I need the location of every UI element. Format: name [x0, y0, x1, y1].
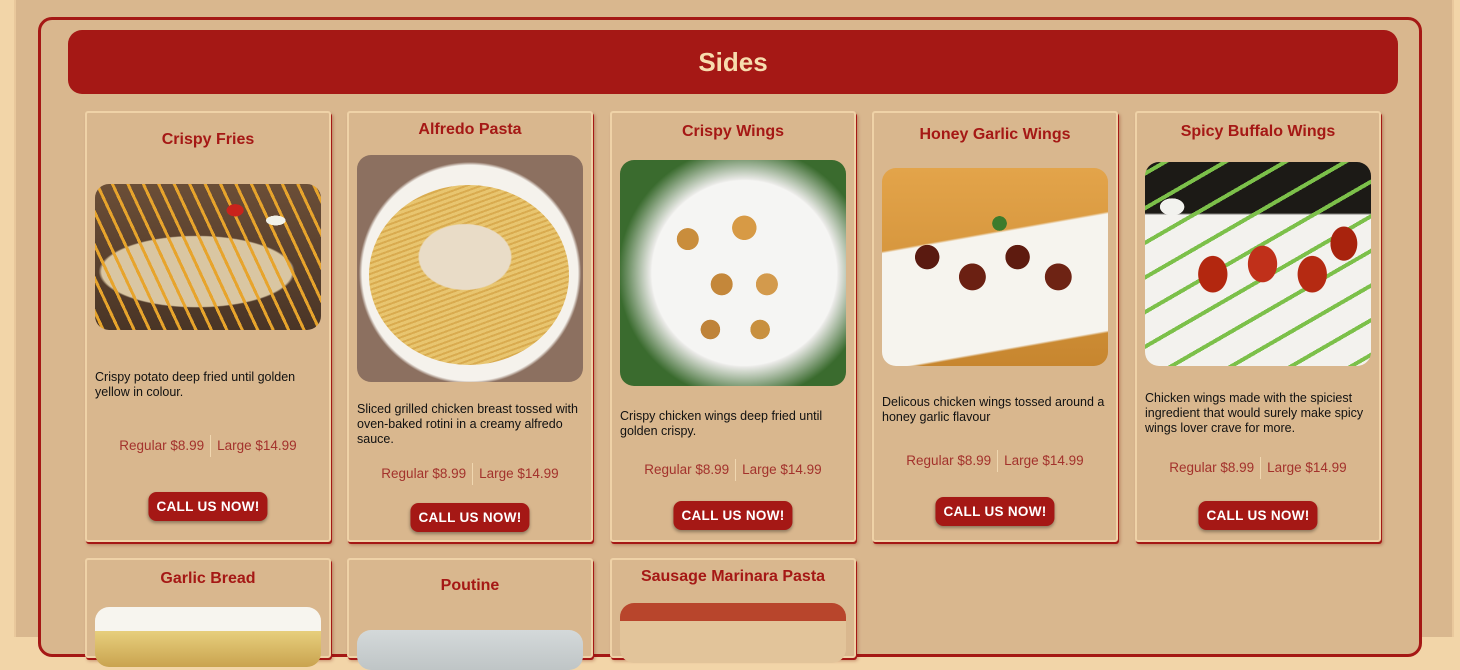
menu-card-alfredo-pasta: Alfredo Pasta Sliced grilled chicken bre…	[347, 111, 593, 542]
price-regular: Regular $8.99	[906, 453, 992, 468]
item-description: Chicken wings made with the spiciest ing…	[1145, 391, 1364, 435]
price-large: Large $14.99	[742, 462, 822, 477]
call-us-button[interactable]: CALL US NOW!	[410, 503, 530, 532]
call-us-button[interactable]: CALL US NOW!	[673, 501, 793, 530]
price-large: Large $14.99	[1267, 460, 1347, 475]
menu-card-crispy-fries: Crispy Fries Crispy potato deep fried un…	[85, 111, 331, 542]
menu-card-honey-garlic-wings: Honey Garlic Wings Delicous chicken wing…	[872, 111, 1118, 542]
crispy-fries-photo	[95, 184, 321, 330]
price-row: Regular $8.99 Large $14.99	[1137, 457, 1379, 479]
call-us-button[interactable]: CALL US NOW!	[148, 492, 268, 521]
price-regular: Regular $8.99	[381, 466, 467, 481]
menu-card-crispy-wings: Crispy Wings Crispy chicken wings deep f…	[610, 111, 856, 542]
item-description: Crispy chicken wings deep fried until go…	[620, 409, 823, 438]
section-header: Sides	[68, 30, 1398, 94]
item-name: Crispy Fries	[161, 131, 255, 148]
price-large: Large $14.99	[1004, 453, 1084, 468]
item-description: Sliced grilled chicken breast tossed wit…	[357, 402, 578, 446]
price-large: Large $14.99	[479, 466, 559, 481]
call-us-button[interactable]: CALL US NOW!	[935, 497, 1055, 526]
poutine-photo	[357, 630, 583, 670]
price-regular: Regular $8.99	[1169, 460, 1255, 475]
price-regular: Regular $8.99	[644, 462, 730, 477]
price-row: Regular $8.99 Large $14.99	[87, 435, 329, 457]
item-name: Honey Garlic Wings	[919, 126, 1071, 143]
item-description: Crispy potato deep fried until golden ye…	[95, 370, 296, 399]
menu-card-poutine: Poutine	[347, 558, 593, 670]
item-name: Poutine	[440, 577, 500, 594]
price-row: Regular $8.99 Large $14.99	[349, 463, 591, 485]
menu-card-sausage-marinara-pasta: Sausage Marinara Pasta	[610, 558, 856, 663]
crispy-wings-photo	[620, 160, 846, 386]
price-large: Large $14.99	[217, 438, 297, 453]
item-name: Alfredo Pasta	[418, 121, 522, 138]
sausage-marinara-pasta-photo	[620, 603, 846, 663]
item-name: Sausage Marinara Pasta	[640, 568, 826, 585]
menu-card-spicy-buffalo-wings: Spicy Buffalo Wings Chicken wings made w…	[1135, 111, 1381, 542]
item-description: Delicous chicken wings tossed around a h…	[882, 395, 1105, 424]
menu-card-garlic-bread: Garlic Bread	[85, 558, 331, 667]
alfredo-pasta-photo	[357, 155, 583, 382]
section-title: Sides	[698, 46, 768, 77]
spicy-buffalo-wings-photo	[1145, 162, 1371, 366]
garlic-bread-photo	[95, 607, 321, 667]
item-name: Spicy Buffalo Wings	[1180, 123, 1336, 140]
call-us-button[interactable]: CALL US NOW!	[1198, 501, 1318, 530]
price-regular: Regular $8.99	[119, 438, 205, 453]
item-name: Garlic Bread	[160, 570, 256, 587]
item-name: Crispy Wings	[681, 123, 785, 140]
price-row: Regular $8.99 Large $14.99	[612, 459, 854, 481]
price-row: Regular $8.99 Large $14.99	[874, 450, 1116, 472]
honey-garlic-wings-photo	[882, 168, 1108, 366]
